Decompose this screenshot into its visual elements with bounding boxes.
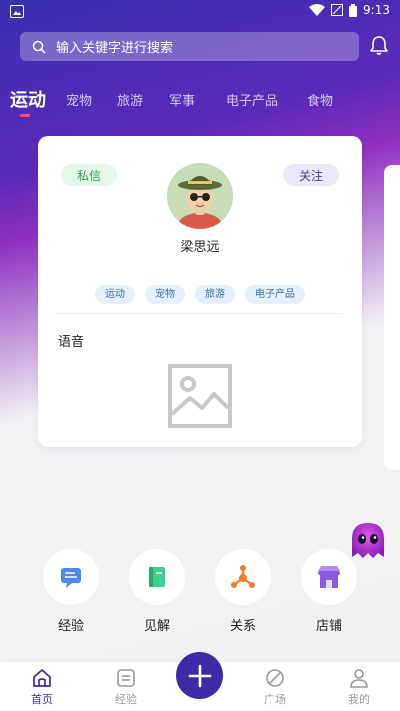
store-icon <box>318 566 340 588</box>
nav-label: 首页 <box>31 693 53 706</box>
search-icon <box>32 40 46 54</box>
signal-icon <box>331 4 344 16</box>
username: 梁思远 <box>180 240 220 255</box>
gallery-notification-icon <box>10 5 24 18</box>
leaf-icon <box>266 669 284 687</box>
action-experience[interactable]: 经验 <box>42 549 100 634</box>
nav-mine[interactable]: 我的 <box>334 667 384 707</box>
nav-square[interactable]: 广场 <box>250 667 300 707</box>
status-time: 9:13 <box>363 3 390 17</box>
user-card[interactable]: 私信 关注 梁思远 运动 宠物 旅游 电子产品 语音 <box>38 136 362 447</box>
nav-home[interactable]: 首页 <box>17 667 67 707</box>
status-icons: 9:13 <box>309 3 390 17</box>
interest-tags: 运动 宠物 旅游 电子产品 <box>38 285 362 304</box>
action-label: 经验 <box>57 619 84 634</box>
tab-electronics[interactable]: 电子产品 <box>226 90 278 109</box>
message-button[interactable]: 私信 <box>61 164 117 186</box>
battery-icon <box>349 3 358 17</box>
action-store[interactable]: 店铺 <box>300 549 358 634</box>
action-label: 见解 <box>143 619 170 634</box>
plus-icon <box>188 664 211 687</box>
user-icon <box>350 669 368 688</box>
avatar[interactable] <box>167 163 233 229</box>
tag-chip: 电子产品 <box>245 285 305 304</box>
action-insight[interactable]: 见解 <box>128 549 186 634</box>
book-icon <box>149 567 165 587</box>
image-placeholder-icon[interactable] <box>168 364 232 428</box>
tab-pets[interactable]: 宠物 <box>66 90 92 109</box>
divider <box>54 313 343 314</box>
tag-chip: 运动 <box>95 285 135 304</box>
category-tabs: 运动 宠物 旅游 军事 电子产品 食物 <box>0 84 400 118</box>
next-card-peek[interactable] <box>384 165 400 470</box>
wifi-icon <box>309 4 326 16</box>
network-icon <box>231 565 255 588</box>
create-post-button[interactable] <box>176 652 223 699</box>
voice-label: 语音 <box>58 335 85 350</box>
nav-label: 经验 <box>115 693 137 706</box>
action-label: 店铺 <box>315 619 342 634</box>
action-label: 关系 <box>229 619 256 634</box>
tab-travel[interactable]: 旅游 <box>117 90 143 109</box>
nav-experience[interactable]: 经验 <box>101 667 151 707</box>
tag-chip: 宠物 <box>145 285 185 304</box>
bell-icon[interactable] <box>368 34 390 56</box>
action-relations[interactable]: 关系 <box>214 549 272 634</box>
action-insight-button[interactable] <box>129 549 185 605</box>
status-bar: 9:13 <box>0 0 400 24</box>
action-store-button[interactable] <box>301 549 357 605</box>
nav-label: 我的 <box>348 693 370 706</box>
search-input[interactable]: 输入关键字进行搜索 <box>56 37 173 56</box>
chat-card-icon <box>61 568 81 588</box>
search-bar[interactable]: 输入关键字进行搜索 <box>20 32 359 61</box>
action-relations-button[interactable] <box>215 549 271 605</box>
tab-sport[interactable]: 运动 <box>10 86 46 112</box>
action-experience-button[interactable] <box>43 549 99 605</box>
home-icon <box>33 669 51 687</box>
nav-label: 广场 <box>264 693 286 706</box>
note-icon <box>117 669 135 687</box>
tab-military[interactable]: 军事 <box>169 90 195 109</box>
tab-indicator <box>20 114 30 117</box>
follow-button[interactable]: 关注 <box>283 164 339 186</box>
tab-food[interactable]: 食物 <box>307 90 333 109</box>
tag-chip: 旅游 <box>195 285 235 304</box>
